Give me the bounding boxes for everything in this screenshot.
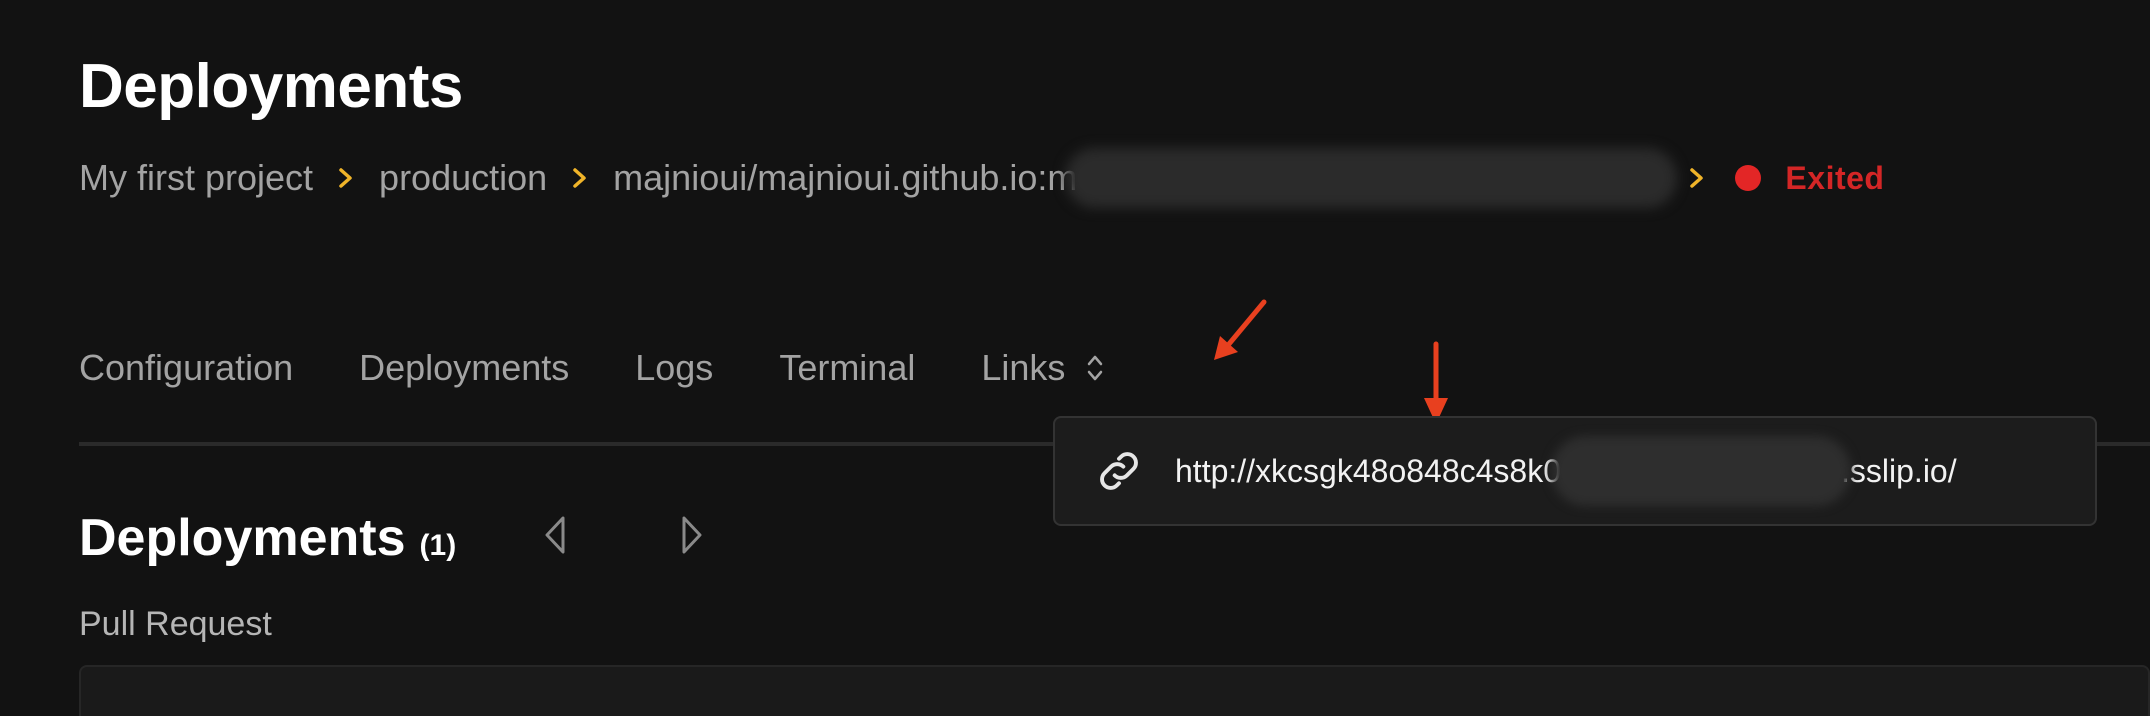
tab-terminal[interactable]: Terminal: [779, 340, 915, 396]
link-url-end: .sslip.io/: [1841, 452, 1957, 489]
next-page-button[interactable]: [676, 512, 706, 558]
chevron-right-icon: [547, 167, 613, 189]
tab-logs[interactable]: Logs: [635, 340, 713, 396]
tab-links-label: Links: [981, 347, 1066, 388]
breadcrumb: My first project production majnioui/maj…: [79, 148, 1885, 208]
annotation-arrow: [1214, 299, 1267, 360]
page-title: Deployments: [79, 52, 463, 121]
section-title-text: Deployments: [79, 509, 406, 567]
deployment-page: Deployments My first project production …: [0, 0, 2150, 716]
links-dropdown: http://xkcsgk48o848c4s8k0 .sslip.io/: [1053, 416, 2097, 526]
annotation-arrow: [1424, 341, 1448, 424]
deployment-count: (1): [419, 529, 457, 562]
status-badge: Exited: [1785, 159, 1885, 196]
pull-request-input[interactable]: [79, 665, 2150, 716]
caret-right-icon: [682, 516, 702, 554]
link-url[interactable]: http://xkcsgk48o848c4s8k0 .sslip.io/: [1175, 436, 1957, 506]
deployments-section-title: Deployments (1): [79, 508, 456, 568]
chevron-right-icon: [1677, 167, 1717, 189]
breadcrumb-resource[interactable]: majnioui/majnioui.github.io:m: [613, 150, 1077, 206]
chevron-up-down-icon: [1085, 352, 1105, 384]
pull-request-label: Pull Request: [79, 605, 272, 643]
chevron-right-icon: [313, 167, 379, 189]
redacted-blur: [1065, 148, 1678, 208]
tab-configuration[interactable]: Configuration: [79, 340, 293, 396]
tab-deployments[interactable]: Deployments: [359, 340, 569, 396]
previous-page-button[interactable]: [541, 512, 571, 558]
link-icon: [1100, 452, 1138, 490]
link-url-start: http://xkcsgk48o848c4s8k0: [1175, 452, 1562, 489]
breadcrumb-environment[interactable]: production: [379, 150, 547, 206]
caret-left-icon: [545, 516, 565, 554]
redacted-blur: [1551, 436, 1852, 506]
tab-bar: Configuration Deployments Logs Terminal …: [79, 340, 1105, 396]
breadcrumb-project[interactable]: My first project: [79, 150, 313, 206]
status-dot: [1735, 165, 1762, 191]
tab-links[interactable]: Links: [981, 340, 1105, 396]
